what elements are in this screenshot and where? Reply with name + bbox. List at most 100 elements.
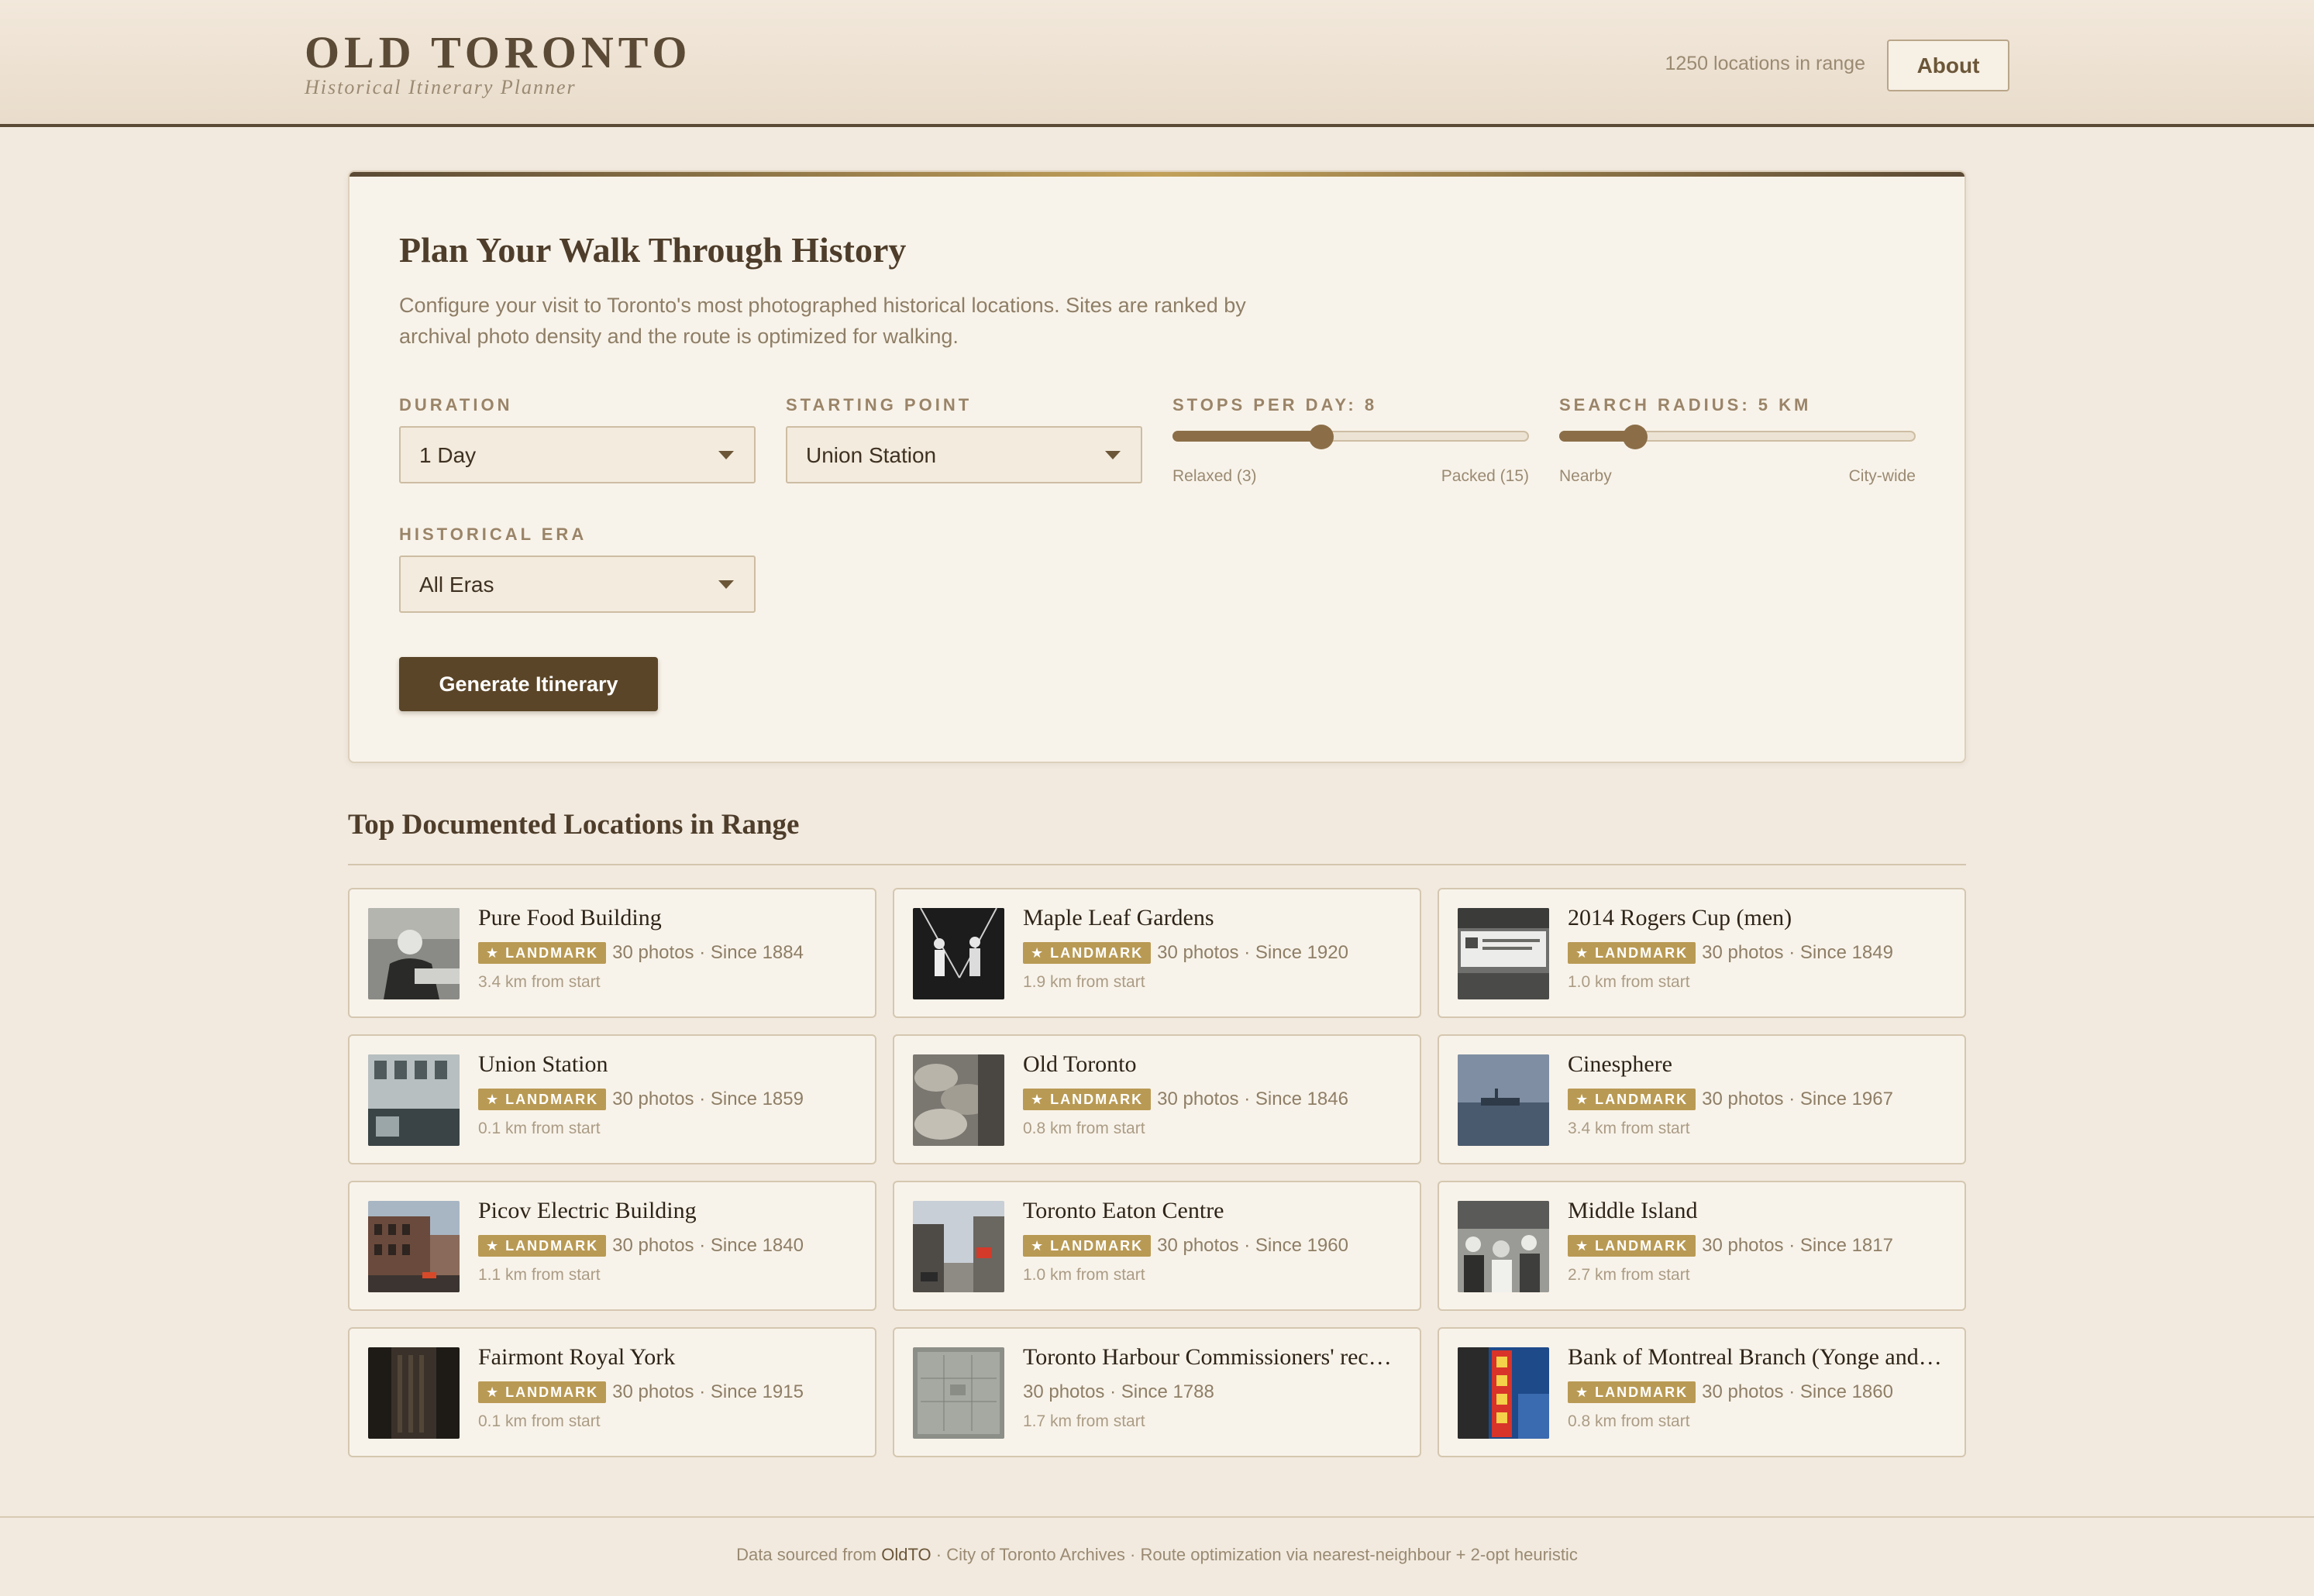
chevron-down-icon: [1105, 451, 1121, 459]
location-card[interactable]: 2014 Rogers Cup (men) ★ LANDMARK 30 photos…: [1438, 888, 1966, 1018]
location-card[interactable]: Maple Leaf Gardens ★ LANDMARK 30 photos · …: [893, 888, 1421, 1018]
location-distance: 0.8 km from start: [1568, 1412, 1690, 1430]
location-name[interactable]: Old Toronto: [1023, 1051, 1403, 1078]
footer: Data sourced from OldTO · City of Toront…: [0, 1545, 2314, 1565]
search-radius-slider[interactable]: [1559, 425, 1916, 449]
stops-slider-fill: [1172, 431, 1321, 442]
app-header: OLD TORONTO Historical Itinerary Planner…: [0, 0, 2314, 127]
location-stats: 30 photos · Since 1960: [1157, 1235, 1348, 1256]
stops-slider-thumb[interactable]: [1309, 425, 1334, 449]
location-card[interactable]: Fairmont Royal York ★ LANDMARK 30 photos ·…: [348, 1327, 876, 1457]
oldto-link[interactable]: OldTO: [881, 1545, 931, 1564]
generate-itinerary-button[interactable]: Generate Itinerary: [399, 657, 658, 711]
brand-title[interactable]: OLD TORONTO: [305, 26, 692, 79]
location-stats: 30 photos · Since 1859: [612, 1089, 804, 1109]
location-name[interactable]: 2014 Rogers Cup (men): [1568, 905, 1947, 931]
landmark-badge: ★ LANDMARK: [1023, 942, 1152, 964]
location-thumbnail: [913, 908, 1004, 999]
location-distance: 0.8 km from start: [1023, 1120, 1145, 1137]
location-card[interactable]: Bank of Montreal Branch (Yonge and Q... ★…: [1438, 1327, 1966, 1457]
location-thumbnail: [368, 908, 460, 999]
location-name[interactable]: Bank of Montreal Branch (Yonge and Q...: [1568, 1344, 1947, 1371]
duration-label: DURATION: [399, 395, 513, 414]
planner-title: Plan Your Walk Through History: [399, 230, 907, 270]
duration-value: 1 Day: [419, 443, 477, 467]
about-button[interactable]: About: [1887, 40, 2009, 91]
location-stats: 30 photos · Since 1920: [1157, 942, 1348, 963]
location-card[interactable]: Toronto Harbour Commissioners' recyc... 3…: [893, 1327, 1421, 1457]
search-radius-label: SEARCH RADIUS: 5 KM: [1559, 395, 1812, 414]
planner-card: Plan Your Walk Through History Configure…: [348, 170, 1966, 763]
landmark-badge: ★ LANDMARK: [1023, 1235, 1152, 1257]
location-meta: ★ LANDMARK 30 photos · Since 1846: [1023, 1089, 1348, 1112]
location-meta: ★ LANDMARK 30 photos · Since 1849: [1568, 942, 1893, 965]
radius-slider-thumb[interactable]: [1623, 425, 1648, 449]
brand-subtitle: Historical Itinerary Planner: [305, 76, 577, 98]
locations-section-title: Top Documented Locations in Range: [348, 809, 800, 841]
location-card[interactable]: Union Station ★ LANDMARK 30 photos · Since…: [348, 1034, 876, 1164]
landmark-badge: ★ LANDMARK: [1568, 1235, 1696, 1257]
landmark-badge: ★ LANDMARK: [478, 1381, 607, 1403]
location-meta: ★ LANDMARK 30 photos · Since 1840: [478, 1235, 804, 1258]
card-accent-bar: [350, 172, 1964, 177]
location-card[interactable]: Picov Electric Building ★ LANDMARK 30 phot…: [348, 1181, 876, 1311]
location-distance: 1.0 km from start: [1568, 973, 1690, 991]
locations-grid: Pure Food Building ★ LANDMARK 30 photos · …: [348, 888, 1966, 1457]
radius-max-label: City-wide: [1848, 467, 1916, 485]
location-name[interactable]: Toronto Eaton Centre: [1023, 1198, 1403, 1224]
era-value: All Eras: [419, 573, 494, 597]
location-distance: 0.1 km from start: [478, 1412, 601, 1430]
location-card[interactable]: Cinesphere ★ LANDMARK 30 photos · Since 19…: [1438, 1034, 1966, 1164]
location-card[interactable]: Middle Island ★ LANDMARK 30 photos · Since…: [1438, 1181, 1966, 1311]
location-thumbnail: [913, 1347, 1004, 1439]
location-distance: 3.4 km from start: [478, 973, 601, 991]
planner-description: Configure your visit to Toronto's most p…: [399, 294, 1246, 348]
location-name[interactable]: Toronto Harbour Commissioners' recyc...: [1023, 1344, 1403, 1371]
location-meta: ★ LANDMARK 30 photos · Since 1960: [1023, 1235, 1348, 1258]
location-distance: 3.4 km from start: [1568, 1120, 1690, 1137]
location-distance: 1.1 km from start: [478, 1266, 601, 1284]
location-name[interactable]: Cinesphere: [1568, 1051, 1947, 1078]
location-name[interactable]: Maple Leaf Gardens: [1023, 905, 1403, 931]
location-name[interactable]: Fairmont Royal York: [478, 1344, 858, 1371]
location-thumbnail: [368, 1054, 460, 1146]
era-select[interactable]: All Eras: [399, 556, 756, 613]
location-distance: 1.0 km from start: [1023, 1266, 1145, 1284]
landmark-badge: ★ LANDMARK: [1023, 1089, 1152, 1110]
location-distance: 0.1 km from start: [478, 1120, 601, 1137]
location-distance: 2.7 km from start: [1568, 1266, 1690, 1284]
location-stats: 30 photos · Since 1915: [612, 1381, 804, 1402]
starting-point-select[interactable]: Union Station: [786, 426, 1142, 483]
landmark-badge: ★ LANDMARK: [478, 1235, 607, 1257]
landmark-badge: ★ LANDMARK: [1568, 1381, 1696, 1403]
duration-select[interactable]: 1 Day: [399, 426, 756, 483]
location-name[interactable]: Picov Electric Building: [478, 1198, 858, 1224]
location-card[interactable]: Pure Food Building ★ LANDMARK 30 photos · …: [348, 888, 876, 1018]
location-distance: 1.9 km from start: [1023, 973, 1145, 991]
location-thumbnail: [1458, 1054, 1549, 1146]
location-thumbnail: [368, 1347, 460, 1439]
starting-point-label: STARTING POINT: [786, 395, 973, 414]
location-name[interactable]: Middle Island: [1568, 1198, 1947, 1224]
location-thumbnail: [913, 1201, 1004, 1292]
location-name[interactable]: Union Station: [478, 1051, 858, 1078]
landmark-badge: ★ LANDMARK: [1568, 942, 1696, 964]
location-thumbnail: [1458, 1201, 1549, 1292]
location-stats: 30 photos · Since 1967: [1702, 1089, 1893, 1109]
location-card[interactable]: Toronto Eaton Centre ★ LANDMARK 30 photos …: [893, 1181, 1421, 1311]
location-stats: 30 photos · Since 1817: [1702, 1235, 1893, 1256]
location-distance: 1.7 km from start: [1023, 1412, 1145, 1430]
stops-per-day-slider[interactable]: [1172, 425, 1529, 449]
chevron-down-icon: [718, 580, 734, 589]
stops-per-day-label: STOPS PER DAY: 8: [1172, 395, 1378, 414]
location-card[interactable]: Old Toronto ★ LANDMARK 30 photos · Since 1…: [893, 1034, 1421, 1164]
location-thumbnail: [1458, 1347, 1549, 1439]
era-label: HISTORICAL ERA: [399, 525, 587, 544]
location-stats: 30 photos · Since 1846: [1157, 1089, 1348, 1109]
locations-count: 1250 locations in range: [1665, 53, 1865, 74]
location-name[interactable]: Pure Food Building: [478, 905, 858, 931]
location-meta: 30 photos · Since 1788: [1023, 1381, 1214, 1405]
footer-divider: [0, 1516, 2314, 1518]
location-meta: ★ LANDMARK 30 photos · Since 1860: [1568, 1381, 1893, 1405]
location-meta: ★ LANDMARK 30 photos · Since 1915: [478, 1381, 804, 1405]
